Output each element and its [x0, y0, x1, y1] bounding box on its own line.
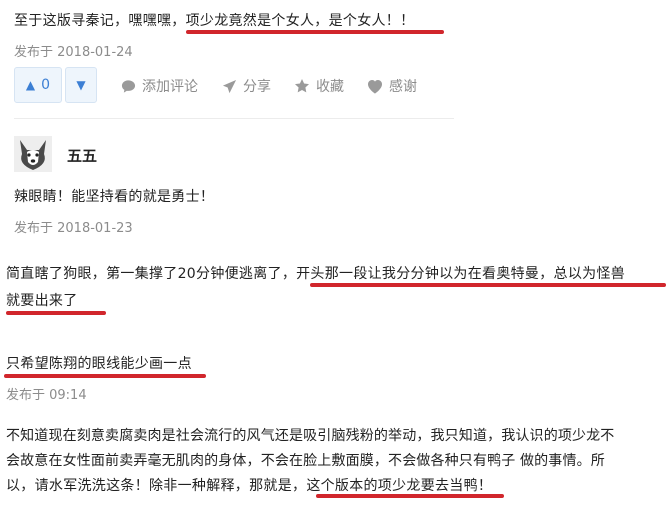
heart-icon: [368, 79, 382, 93]
highlight-underline: [6, 311, 106, 315]
answer-1-date: 发布于 2018-01-24: [14, 45, 133, 60]
highlight-underline: [316, 494, 504, 498]
share-icon: [222, 79, 237, 93]
answer-3-line-3: 只希望陈翔的眼线能少画一点: [6, 356, 192, 372]
answer-3-date: 发布于 09:14: [6, 388, 87, 403]
divider: [14, 118, 454, 119]
add-comment-label: 添加评论: [142, 79, 198, 95]
collect-label: 收藏: [316, 79, 344, 95]
answer-2-date: 发布于 2018-01-23: [14, 221, 133, 236]
husky-avatar-image: [14, 136, 52, 172]
answer-3-line-1-part-a: 简直瞎了狗眼，第一集撑了20分钟便逃离了，: [6, 266, 297, 282]
answer-4-line-3: 以，请水军洗洗这条！除非一种解释，那就是，这个版本的项少龙要去当鸭！: [6, 475, 492, 495]
upvote-count: 0: [41, 77, 51, 93]
answer-1-text-part-b: 项少龙竟然是个女人，是个女人！！: [185, 13, 415, 29]
avatar[interactable]: [14, 136, 52, 172]
collect-button[interactable]: 收藏: [294, 76, 344, 96]
add-comment-button[interactable]: 添加评论: [121, 76, 198, 96]
highlight-underline: [310, 283, 666, 287]
comment-icon: [121, 79, 136, 93]
triangle-down-icon: ▼: [76, 78, 86, 92]
answer-2-text: 辣眼睛！能坚持看的就是勇士！: [14, 189, 215, 205]
answer-1-text-part-a: 至于这版寻秦记，嘿嘿嘿，: [14, 13, 186, 29]
answer-1-text: 至于这版寻秦记，嘿嘿嘿，项少龙竟然是个女人，是个女人！！: [14, 10, 414, 30]
highlight-underline: [186, 30, 444, 34]
answer-3-line-2: 就要出来了: [6, 293, 78, 309]
upvote-button[interactable]: ▲ 0: [14, 67, 62, 103]
answer-4-line-1: 不知道现在刻意卖腐卖肉是社会流行的风气还是吸引脑残粉的举动，我只知道，我认识的项…: [6, 428, 615, 444]
thanks-button[interactable]: 感谢: [367, 76, 417, 96]
triangle-up-icon: ▲: [25, 78, 36, 92]
answer-3-line-1-part-b: 开头那一段让我分分钟以为在看奥特曼，总以为怪兽: [296, 266, 626, 282]
share-button[interactable]: 分享: [222, 76, 271, 96]
author-name[interactable]: 五五: [67, 145, 97, 166]
thanks-label: 感谢: [389, 79, 417, 95]
answer-4-line-2: 会故意在女性面前卖弄毫无肌肉的身体，不会在脸上敷面膜，不会做各种只有鸭子 做的事…: [6, 453, 605, 469]
share-label: 分享: [243, 79, 271, 95]
answer-3-line-1: 简直瞎了狗眼，第一集撑了20分钟便逃离了，开头那一段让我分分钟以为在看奥特曼，总…: [6, 263, 625, 283]
answer-4-line-3-part-b: 这个版本的项少龙要去当鸭！: [306, 478, 493, 494]
highlight-underline: [4, 374, 206, 378]
star-icon: [295, 79, 309, 93]
downvote-button[interactable]: ▼: [65, 67, 97, 103]
answer-4-line-3-part-a: 以，请水军洗洗这条！除非一种解释，那就是，: [6, 478, 307, 494]
